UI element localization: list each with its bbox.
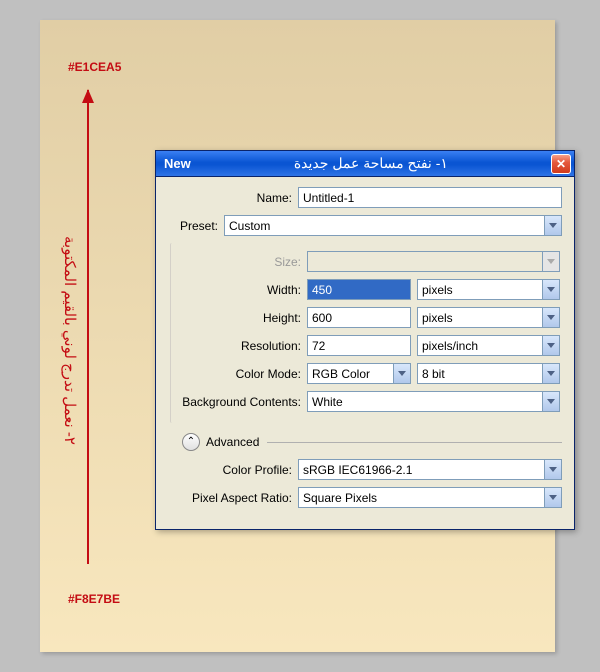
size-label: Size: — [171, 255, 307, 269]
colordepth-value: 8 bit — [422, 367, 445, 381]
advanced-label: Advanced — [206, 435, 259, 449]
preset-label: Preset: — [162, 219, 224, 233]
dialog-body: Name: Preset: Custom Size: Width: — [156, 177, 574, 529]
height-unit-value: pixels — [422, 311, 453, 325]
colordepth-select[interactable]: 8 bit — [417, 363, 560, 384]
width-input[interactable] — [307, 279, 411, 300]
instruction-vertical-text: ٢- نعمل تدرج لوني بالقيم المكتوبة — [54, 190, 78, 490]
height-label: Height: — [171, 311, 307, 325]
dialog-title: New — [164, 156, 191, 171]
pixelar-select[interactable]: Square Pixels — [298, 487, 562, 508]
advanced-toggle-button[interactable]: ⌃ — [182, 433, 200, 451]
colorprofile-label: Color Profile: — [162, 463, 298, 477]
resolution-input[interactable] — [307, 335, 411, 356]
hex-top-label: #E1CEA5 — [68, 60, 121, 74]
colormode-value: RGB Color — [312, 367, 370, 381]
chevron-down-icon — [544, 460, 561, 479]
chevron-down-icon — [393, 364, 410, 383]
width-unit-select[interactable]: pixels — [417, 279, 560, 300]
colormode-label: Color Mode: — [171, 367, 307, 381]
resolution-unit-value: pixels/inch — [422, 339, 478, 353]
chevron-down-icon — [542, 280, 559, 299]
bgcontents-select[interactable]: White — [307, 391, 560, 412]
pixelar-label: Pixel Aspect Ratio: — [162, 491, 298, 505]
bgcontents-value: White — [312, 395, 343, 409]
hex-bottom-label: #F8E7BE — [68, 592, 120, 606]
chevron-down-icon — [544, 216, 561, 235]
colorprofile-select[interactable]: sRGB IEC61966-2.1 — [298, 459, 562, 480]
chevron-down-icon — [542, 364, 559, 383]
preset-select[interactable]: Custom — [224, 215, 562, 236]
gradient-arrow — [87, 90, 89, 564]
preset-value: Custom — [229, 219, 270, 233]
chevron-down-icon — [542, 336, 559, 355]
new-document-dialog: New ١- نفتح مساحة عمل جديدة ✕ Name: Pres… — [155, 150, 575, 530]
chevron-up-icon: ⌃ — [187, 436, 195, 447]
close-icon: ✕ — [556, 157, 566, 171]
name-input[interactable] — [298, 187, 562, 208]
chevron-down-icon — [542, 392, 559, 411]
colormode-select[interactable]: RGB Color — [307, 363, 411, 384]
width-unit-value: pixels — [422, 283, 453, 297]
height-unit-select[interactable]: pixels — [417, 307, 560, 328]
dialog-titlebar[interactable]: New ١- نفتح مساحة عمل جديدة ✕ — [156, 151, 574, 177]
dialog-subtitle: ١- نفتح مساحة عمل جديدة — [191, 155, 551, 172]
size-select — [307, 251, 560, 272]
close-button[interactable]: ✕ — [551, 154, 571, 174]
resolution-label: Resolution: — [171, 339, 307, 353]
chevron-down-icon — [544, 488, 561, 507]
colorprofile-value: sRGB IEC61966-2.1 — [303, 463, 412, 477]
width-label: Width: — [171, 283, 307, 297]
height-input[interactable] — [307, 307, 411, 328]
chevron-down-icon — [542, 308, 559, 327]
pixelar-value: Square Pixels — [303, 491, 377, 505]
name-label: Name: — [162, 191, 298, 205]
resolution-unit-select[interactable]: pixels/inch — [417, 335, 560, 356]
divider — [267, 442, 562, 443]
bgcontents-label: Background Contents: — [171, 395, 307, 409]
chevron-down-icon — [542, 252, 559, 271]
